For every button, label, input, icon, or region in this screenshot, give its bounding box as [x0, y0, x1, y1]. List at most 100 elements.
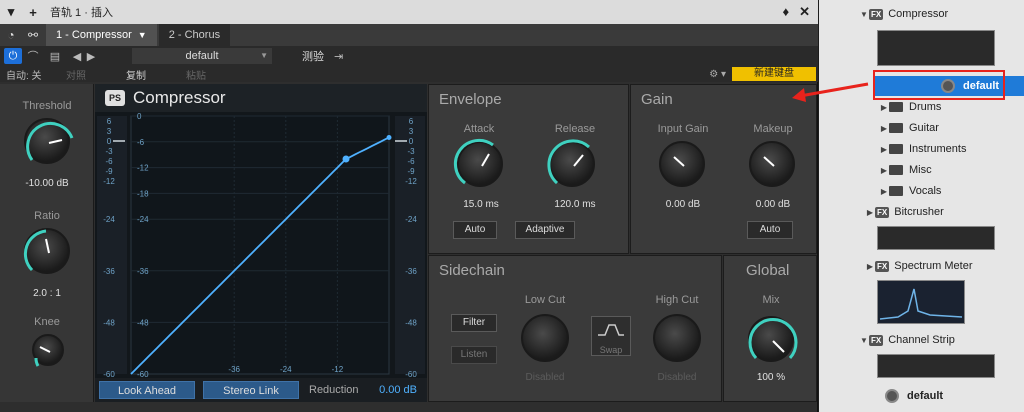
output-meter-tick: -6: [407, 157, 415, 166]
knob-arc: [34, 346, 51, 367]
browser-item-spectrum-meter[interactable]: ▶ FX Spectrum Meter: [819, 256, 1024, 276]
input-meter-tick: -3: [105, 147, 113, 156]
attack-knob[interactable]: [453, 138, 503, 187]
low-cut-knob[interactable]: [521, 314, 569, 362]
release-knob[interactable]: [547, 139, 595, 187]
chevron-down-icon[interactable]: ▼: [859, 336, 869, 345]
output-meter-tick: -24: [405, 215, 417, 224]
bitcrusher-thumbnail: [877, 226, 995, 250]
knee-label: Knee: [34, 316, 60, 328]
chevron-right-icon[interactable]: ▶: [879, 103, 889, 112]
y-tick-label: 0: [137, 112, 142, 121]
spectrum-icon: [879, 288, 963, 320]
knob-arc: [748, 318, 798, 360]
tab-chorus[interactable]: 2 - Chorus: [158, 24, 231, 46]
chevron-right-icon[interactable]: ▶: [879, 124, 889, 133]
folder-guitar[interactable]: ▶ Guitar: [819, 118, 1024, 138]
y-tick-label: -18: [137, 189, 149, 198]
reduction-value: 0.00 dB: [379, 384, 417, 396]
folder-vocals[interactable]: ▶ Vocals: [819, 181, 1024, 201]
makeup-auto-button[interactable]: Auto: [747, 221, 793, 239]
chevron-right-icon[interactable]: ▶: [879, 166, 889, 175]
attack-auto-button[interactable]: Auto: [453, 221, 497, 239]
input-meter-tick: 6: [107, 117, 112, 126]
low-cut-label: Low Cut: [524, 294, 566, 306]
stereo-link-button[interactable]: Stereo Link: [203, 381, 299, 399]
listen-button[interactable]: Listen: [451, 346, 497, 364]
compare-toggle[interactable]: 对照: [46, 67, 106, 82]
y-tick-label: -6: [137, 138, 145, 147]
tree-icon[interactable]: ⚯: [22, 24, 44, 46]
gain-title: Gain: [641, 91, 673, 108]
left-controls: Threshold -10.00 dB Ratio 2.0 : 1 Knee: [0, 84, 94, 402]
input-meter-tick: -60: [103, 370, 115, 378]
global-title: Global: [746, 262, 790, 279]
preset-selector[interactable]: default ▼: [132, 48, 272, 64]
copy-button[interactable]: 复制: [106, 67, 166, 82]
fx-icon: FX: [875, 260, 890, 272]
preset-toolbar: ⏻ ⌒ ▤ ◀ ▶ default ▼ 测验 ⇥: [0, 46, 818, 66]
folder-instruments[interactable]: ▶ Instruments: [819, 139, 1024, 159]
y-tick-label: -12: [137, 164, 149, 173]
preset-name: default: [185, 50, 219, 62]
reduction-label: Reduction: [309, 384, 359, 396]
gear-icon[interactable]: ⚙ ▾: [709, 69, 726, 80]
plugin-header: Compressor: [95, 84, 427, 112]
chevron-right-icon[interactable]: ▶: [879, 145, 889, 154]
knee-knob[interactable]: [32, 334, 64, 367]
browser-item-bitcrusher[interactable]: ▶ FX Bitcrusher: [819, 202, 1024, 222]
ratio-knob[interactable]: [23, 228, 70, 274]
transfer-curve-display: Compressor PS 0 -6 -12 -18 -24 -36 -48 -60 -36 -2…: [95, 84, 427, 378]
threshold-knob[interactable]: [24, 118, 74, 164]
input-meter-tick: 0: [107, 137, 112, 146]
chevron-right-icon[interactable]: ▶: [865, 208, 875, 217]
next-preset-icon[interactable]: ▶: [80, 50, 102, 63]
y-tick-label: -24: [137, 215, 149, 224]
swap-button[interactable]: Swap: [591, 316, 631, 356]
paste-button[interactable]: 粘贴: [166, 67, 226, 82]
annotation-arrow: [792, 82, 869, 102]
output-meter-tick: -60: [405, 370, 417, 378]
tab-compressor[interactable]: 1 - Compressor ▼: [46, 24, 157, 46]
collapse-icon[interactable]: ▾: [0, 4, 22, 20]
ratio-value: 2.0 : 1: [33, 288, 61, 299]
fx-icon: FX: [875, 206, 890, 218]
link-icon[interactable]: ⌒: [22, 48, 44, 64]
browser-item-channel-strip[interactable]: ▼ FX Channel Strip: [819, 330, 1024, 350]
chevron-down-icon[interactable]: ▼: [138, 30, 147, 40]
compare-button[interactable]: 测验: [302, 48, 324, 64]
adaptive-button[interactable]: Adaptive: [515, 221, 575, 239]
preset-icon: [885, 389, 899, 403]
add-icon[interactable]: +: [22, 5, 44, 20]
look-ahead-button[interactable]: Look Ahead: [99, 381, 195, 399]
file-icon[interactable]: ▤: [44, 50, 66, 63]
mix-knob[interactable]: [748, 316, 798, 362]
close-icon[interactable]: ✕: [799, 4, 810, 20]
input-meter-tick: -9: [105, 167, 113, 176]
envelope-title: Envelope: [439, 91, 502, 108]
chevron-down-icon[interactable]: ▼: [859, 10, 869, 19]
chevron-right-icon[interactable]: ▶: [865, 262, 875, 271]
chevron-right-icon[interactable]: ▶: [879, 187, 889, 196]
preset-default-channel-strip[interactable]: default: [819, 386, 1024, 406]
makeup-value: 0.00 dB: [755, 199, 791, 210]
swap-label: Swap: [599, 345, 623, 355]
folder-misc[interactable]: ▶ Misc: [819, 160, 1024, 180]
filter-button[interactable]: Filter: [451, 314, 497, 332]
input-meter-tick: 3: [107, 127, 112, 136]
makeup-knob[interactable]: [749, 141, 795, 187]
automation-toggle[interactable]: 自动: 关: [6, 67, 46, 82]
item-label: Compressor: [888, 8, 949, 20]
x-tick-label: -36: [228, 365, 240, 374]
window-title: 音轨 1 · 插入: [50, 7, 113, 19]
mix-value: 100 %: [756, 372, 786, 383]
pin-icon[interactable]: ♦: [782, 4, 789, 20]
route-icon[interactable]: ◔: [0, 24, 22, 46]
skip-icon[interactable]: ⇥: [334, 50, 343, 63]
plugin-window: ▾ + 音轨 1 · 插入 ♦ ✕ ◔ ⚯ 1 - Compressor ▼ 2 …: [0, 0, 818, 412]
input-gain-knob[interactable]: [659, 141, 705, 187]
folder-icon: [889, 123, 903, 133]
power-icon[interactable]: ⏻: [4, 48, 22, 64]
browser-item-compressor[interactable]: ▼ FX Compressor: [819, 4, 1024, 24]
high-cut-knob[interactable]: [653, 314, 701, 362]
